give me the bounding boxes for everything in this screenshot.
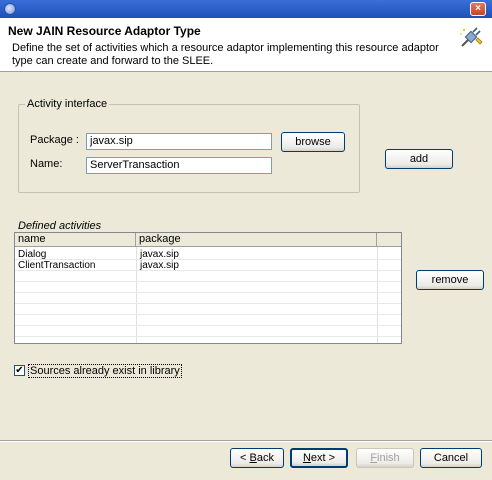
finish-button[interactable]: Finish	[356, 448, 414, 468]
footer-separator	[0, 440, 492, 442]
next-mnemonic: N	[302, 452, 311, 464]
table-row[interactable]: ClientTransaction javax.sip	[15, 260, 401, 271]
table-row-empty	[15, 304, 401, 315]
remove-button[interactable]: remove	[416, 270, 484, 290]
page-description: Define the set of activities which a res…	[12, 42, 439, 67]
finish-label-rest: inish	[377, 452, 400, 464]
column-header-name[interactable]: name	[15, 233, 136, 247]
cell-name: ClientTransaction	[18, 260, 96, 271]
table-row-empty	[15, 293, 401, 304]
library-checkbox[interactable]: ✔	[14, 365, 25, 376]
close-icon[interactable]: ×	[470, 2, 486, 16]
name-field[interactable]: ServerTransaction	[86, 157, 272, 174]
back-label-rest: ack	[256, 452, 274, 464]
browse-button[interactable]: browse	[281, 132, 345, 152]
back-prefix: <	[240, 452, 250, 464]
defined-activities-legend: Defined activities	[18, 220, 102, 232]
next-label-rest: ext >	[310, 452, 336, 464]
library-checkbox-label[interactable]: Sources already exist in library	[28, 364, 182, 378]
cancel-button[interactable]: Cancel	[420, 448, 482, 468]
page-title: New JAIN Resource Adaptor Type	[8, 24, 201, 38]
column-header-package[interactable]: package	[136, 233, 377, 247]
cell-name: Dialog	[18, 249, 47, 260]
back-button[interactable]: < Back	[230, 448, 284, 468]
package-label: Package :	[30, 134, 79, 146]
cell-package: javax.sip	[140, 249, 179, 260]
next-button[interactable]: Next >	[290, 448, 348, 468]
cell-package: javax.sip	[140, 260, 179, 271]
table-row-empty	[15, 315, 401, 326]
table-row-empty	[15, 271, 401, 282]
app-icon	[4, 3, 16, 15]
table-row-empty	[15, 326, 401, 337]
activity-interface-legend: Activity interface	[25, 98, 110, 110]
plug-wizard-icon	[460, 27, 483, 47]
table-header: name package	[15, 233, 401, 247]
table-row-empty	[15, 282, 401, 293]
back-mnemonic: B	[249, 452, 257, 464]
package-field[interactable]: javax.sip	[86, 133, 272, 150]
add-button[interactable]: add	[385, 149, 453, 169]
name-label: Name:	[30, 158, 63, 170]
table-row[interactable]: Dialog javax.sip	[15, 249, 401, 260]
title-bar: ×	[0, 0, 492, 18]
wizard-banner: New JAIN Resource Adaptor Type Define th…	[0, 18, 492, 72]
activities-table[interactable]: name package Dialog javax.sip ClientTran…	[14, 232, 402, 344]
